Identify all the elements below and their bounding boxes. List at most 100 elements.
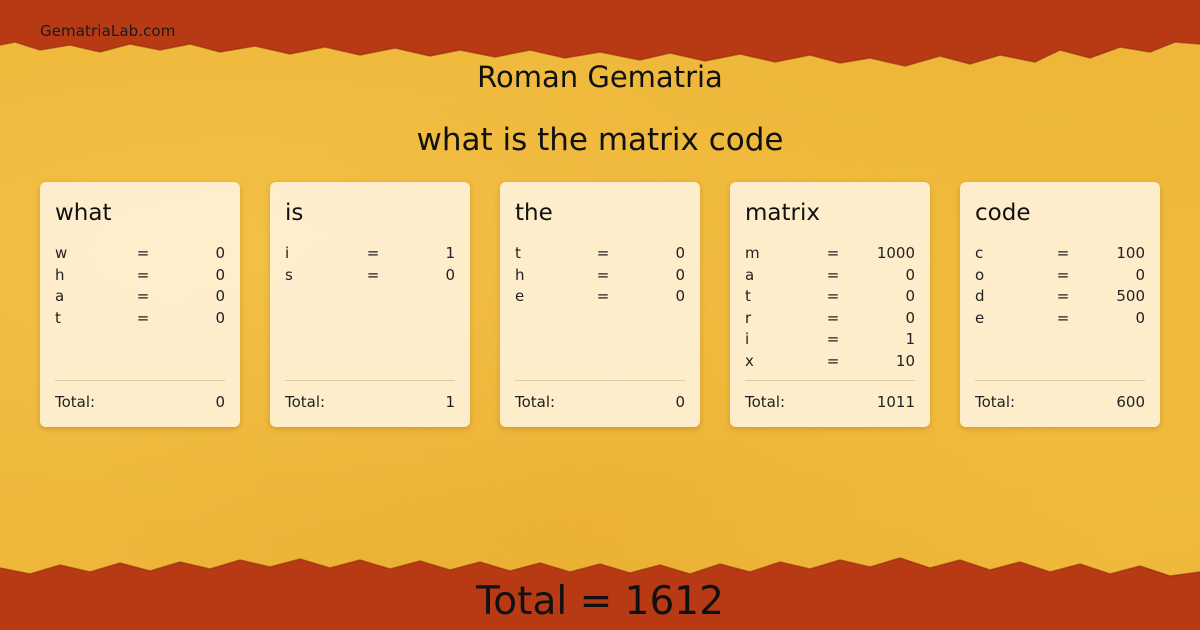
divider: [55, 380, 225, 381]
total-value: 1: [445, 393, 455, 411]
letter-list: i = 1 s = 0: [285, 244, 455, 287]
page-title: Roman Gematria: [477, 60, 723, 94]
total-label: Total:: [745, 393, 786, 411]
equals-sign: =: [1056, 287, 1070, 306]
letter: h: [55, 265, 65, 284]
total-label: Total:: [515, 393, 556, 411]
letter-value: 500: [1116, 287, 1145, 306]
letter-value: 0: [215, 265, 225, 284]
equals-sign: =: [826, 244, 840, 262]
letter-value: 0: [1135, 265, 1145, 284]
letter: a: [55, 287, 65, 306]
equals-sign: =: [596, 265, 610, 284]
letter-row: s = 0: [285, 266, 455, 288]
letter-value: 0: [905, 287, 915, 306]
letter: e: [515, 287, 525, 306]
equals-sign: =: [136, 287, 150, 306]
equals-sign: =: [366, 244, 380, 262]
card-total: Total: 600: [975, 393, 1145, 411]
letter-value: 0: [675, 287, 685, 306]
equals-sign: =: [826, 351, 840, 370]
total-label: Total:: [55, 393, 96, 411]
card-word: matrix: [745, 200, 820, 226]
equals-sign: =: [826, 330, 840, 349]
letter-value: 0: [215, 287, 225, 306]
letter-list: w = 0 h = 0 a = 0 t = 0: [55, 244, 225, 330]
card-word: is: [285, 200, 304, 226]
card-word: what: [55, 200, 112, 226]
letter-row: i = 1: [745, 330, 915, 352]
letter-value: 0: [905, 308, 915, 327]
letter-row: t = 0: [515, 244, 685, 266]
letter-value: 10: [895, 351, 915, 370]
equals-sign: =: [826, 265, 840, 284]
letter: d: [975, 287, 985, 306]
word-card-code: code c = 100 o = 0 d = 500 e = 0 Total: 600: [960, 182, 1160, 427]
total-value: 0: [215, 393, 225, 411]
equals-sign: =: [826, 287, 840, 306]
total-label: Total:: [285, 393, 326, 411]
word-card-what: what w = 0 h = 0 a = 0 t = 0 Total: 0: [40, 182, 240, 427]
equals-sign: =: [1056, 308, 1070, 327]
letter: i: [745, 330, 750, 349]
equals-sign: =: [136, 308, 150, 327]
divider: [975, 380, 1145, 381]
letter-row: r = 0: [745, 309, 915, 331]
phrase-heading: what is the matrix code: [416, 122, 784, 158]
total-label: Total:: [975, 393, 1016, 411]
letter: t: [745, 287, 751, 306]
letter-row: t = 0: [55, 309, 225, 331]
letter-row: h = 0: [515, 266, 685, 288]
site-name: GematriaLab.com: [40, 22, 176, 40]
equals-sign: =: [596, 287, 610, 306]
card-total: Total: 0: [515, 393, 685, 411]
card-total: Total: 1011: [745, 393, 915, 411]
equals-sign: =: [136, 244, 150, 262]
equals-sign: =: [1056, 244, 1070, 262]
letter: h: [515, 265, 525, 284]
letter-list: t = 0 h = 0 e = 0: [515, 244, 685, 309]
letter-row: i = 1: [285, 244, 455, 266]
word-card-the: the t = 0 h = 0 e = 0 Total: 0: [500, 182, 700, 427]
card-word: the: [515, 200, 553, 226]
divider: [515, 380, 685, 381]
card-word: code: [975, 200, 1031, 226]
letter: i: [285, 244, 290, 262]
letter: t: [515, 244, 521, 262]
letter-value: 0: [675, 265, 685, 284]
card-total: Total: 0: [55, 393, 225, 411]
letter: e: [975, 308, 985, 327]
letter-row: t = 0: [745, 287, 915, 309]
letter: x: [745, 351, 754, 370]
letter-value: 0: [1135, 308, 1145, 327]
letter: t: [55, 308, 61, 327]
equals-sign: =: [136, 265, 150, 284]
letter-row: h = 0: [55, 266, 225, 288]
letter: s: [285, 265, 293, 284]
letter: w: [55, 244, 68, 262]
letter: o: [975, 265, 985, 284]
equals-sign: =: [596, 244, 610, 262]
letter-value: 100: [1116, 244, 1145, 262]
equals-sign: =: [366, 265, 380, 284]
letter-row: e = 0: [975, 309, 1145, 331]
equals-sign: =: [1056, 265, 1070, 284]
letter-row: d = 500: [975, 287, 1145, 309]
grand-total: Total = 1612: [476, 579, 724, 624]
letter-row: c = 100: [975, 244, 1145, 266]
letter-value: 1000: [876, 244, 915, 262]
letter-value: 0: [215, 308, 225, 327]
letter-value: 1: [905, 330, 915, 349]
divider: [745, 380, 915, 381]
letter-row: e = 0: [515, 287, 685, 309]
letter-row: m = 1000: [745, 244, 915, 266]
total-value: 0: [675, 393, 685, 411]
letter: r: [745, 308, 752, 327]
word-card-is: is i = 1 s = 0 Total: 1: [270, 182, 470, 427]
letter-row: x = 10: [745, 352, 915, 374]
letter-list: m = 1000 a = 0 t = 0 r = 0 i = 1 x = 10: [745, 244, 915, 374]
letter-value: 0: [905, 265, 915, 284]
letter-value: 1: [445, 244, 455, 262]
card-total: Total: 1: [285, 393, 455, 411]
letter-value: 0: [445, 265, 455, 284]
